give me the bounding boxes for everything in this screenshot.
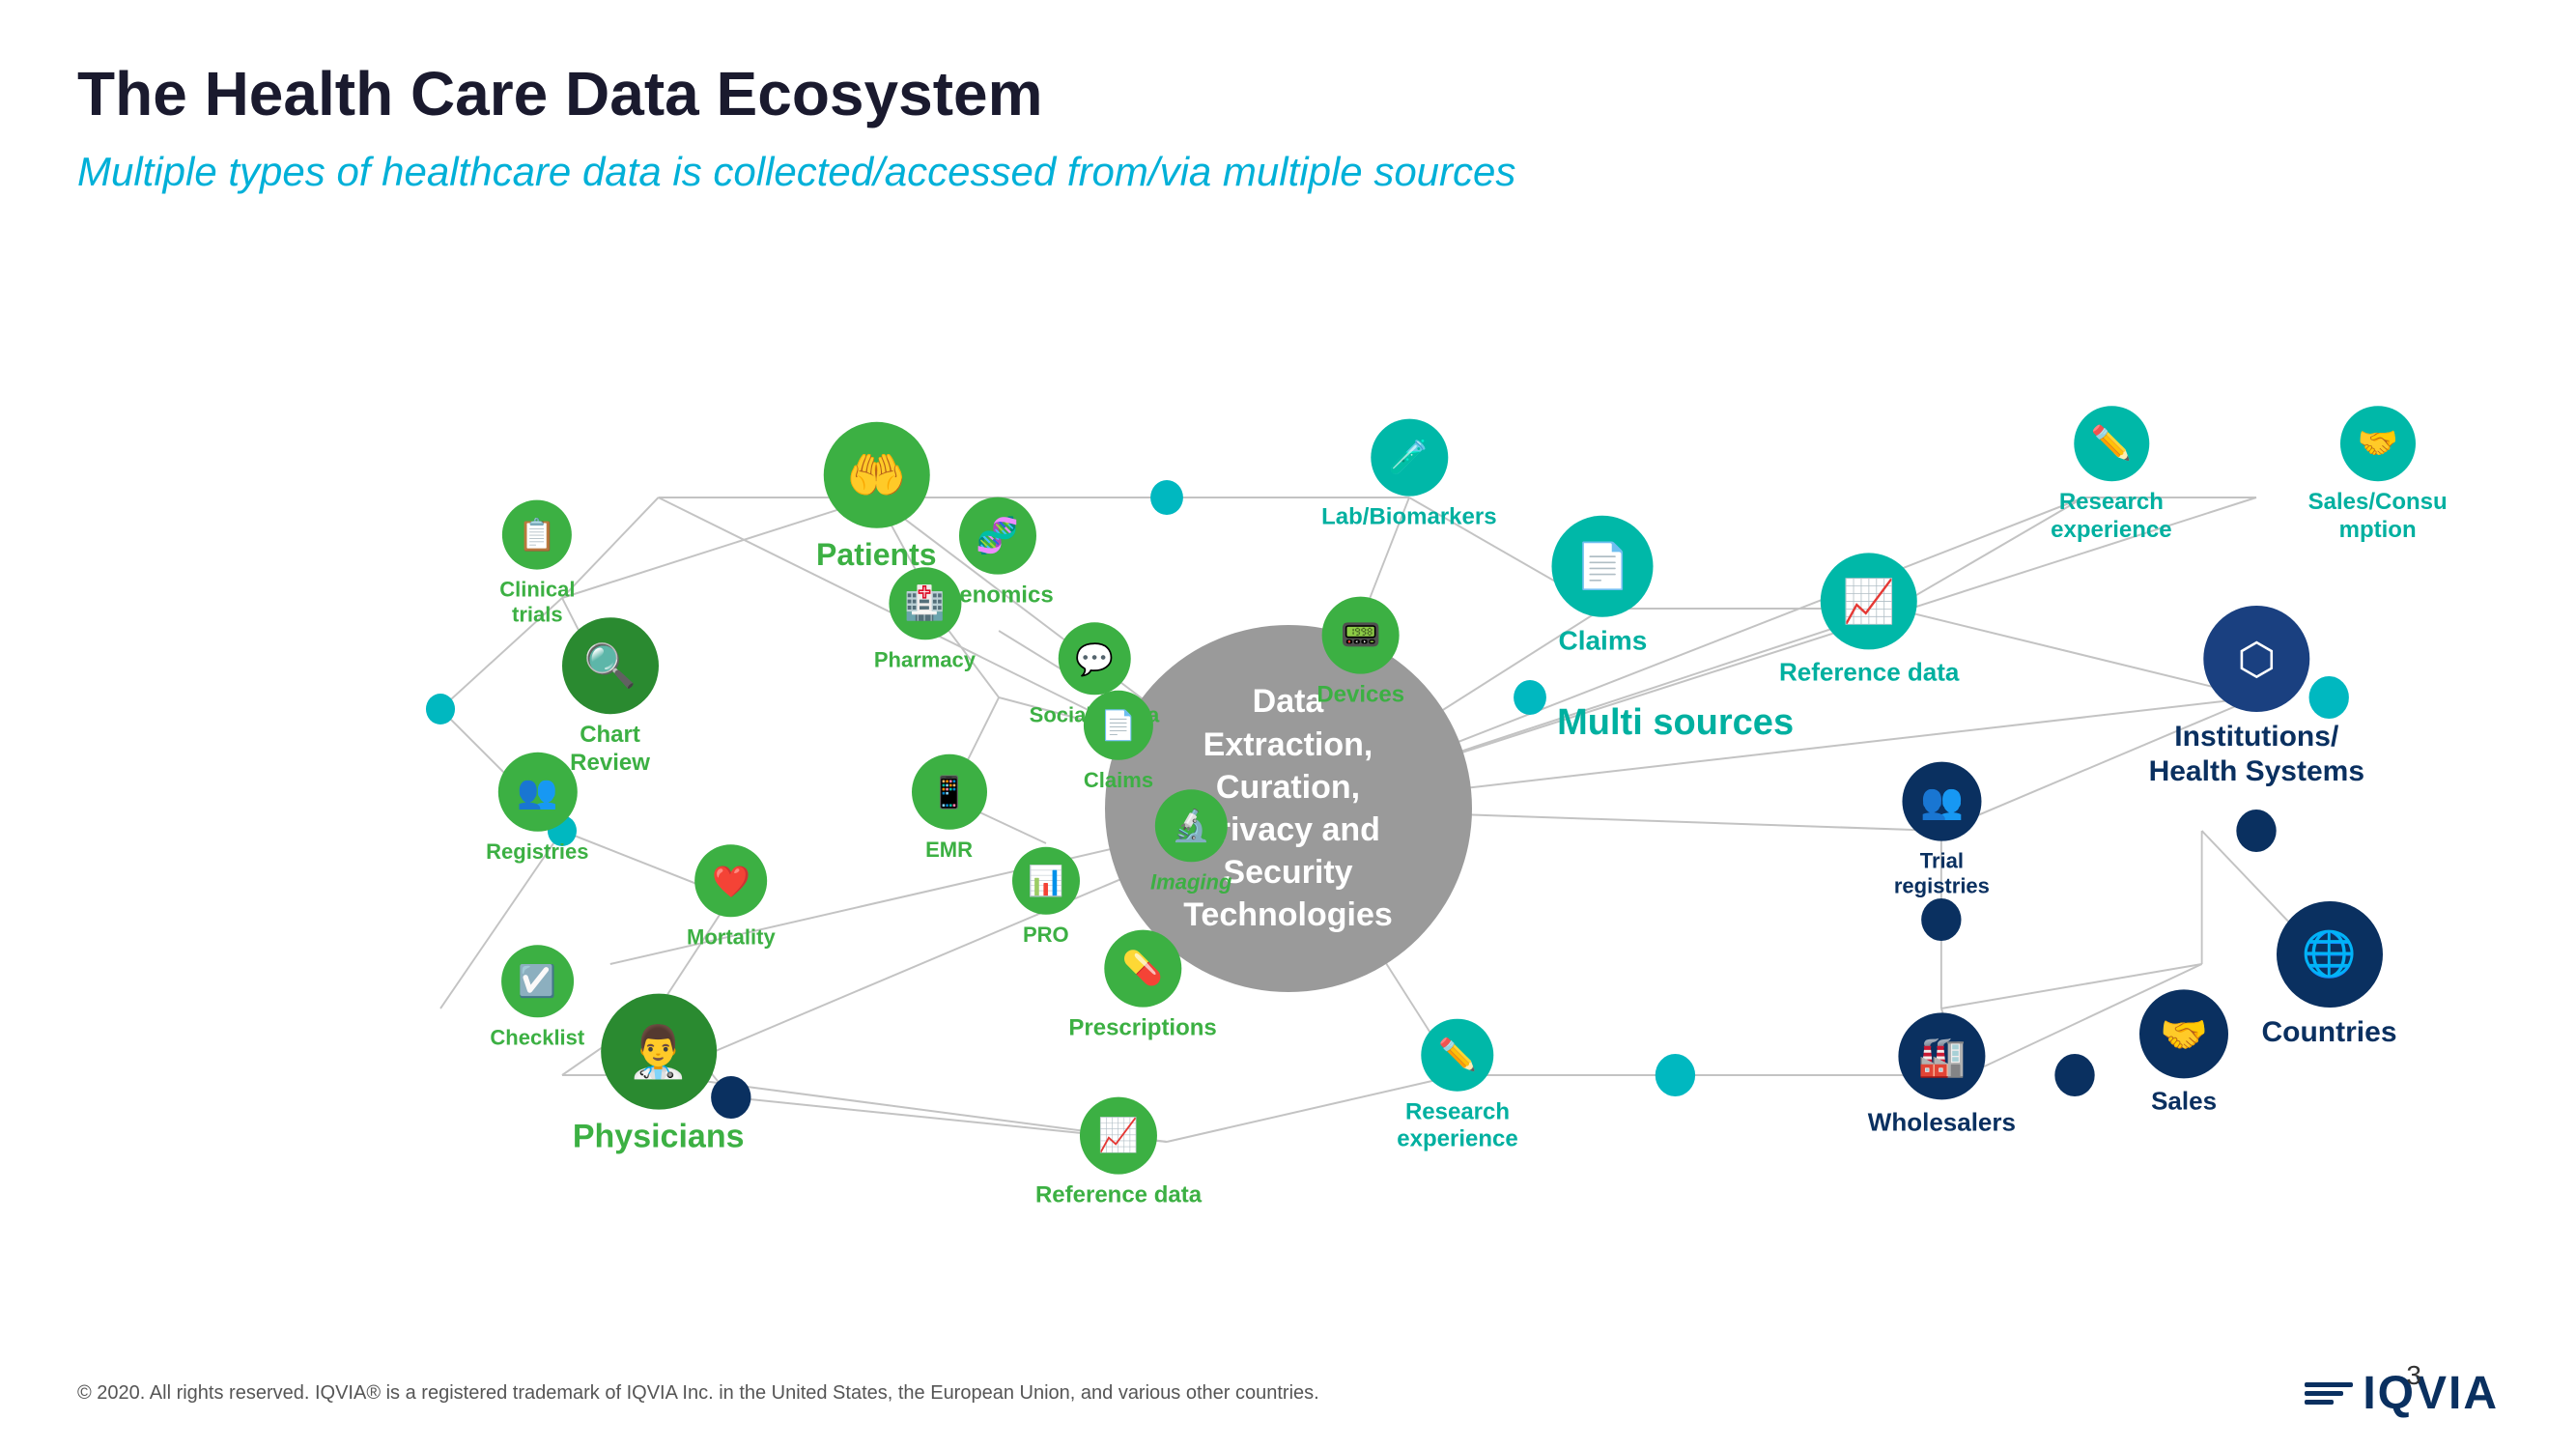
node-physicians: 👨‍⚕️ Physicians (573, 994, 745, 1157)
node-reference-data-bottom: 📈 Reference data (1035, 1096, 1202, 1209)
subtitle: Multiple types of healthcare data is col… (77, 149, 2499, 195)
node-claims-teal: 📄 Claims (1552, 516, 1654, 658)
node-mortality: ❤️ Mortality (687, 844, 776, 950)
node-research-exp-top: ✏️ Researchexperience (2051, 406, 2171, 545)
node-reference-data-top: 📈 Reference data (1779, 553, 1959, 687)
node-countries: 🌐 Countries (2261, 901, 2396, 1050)
node-institutions: ⬡ Institutions/Health Systems (2149, 606, 2364, 789)
iqvia-text: IQVIA (2363, 1367, 2499, 1420)
node-pharmacy: 🏥 Pharmacy (874, 567, 976, 672)
node-prescriptions: 💊 Prescriptions (1068, 930, 1216, 1043)
node-sales: 🤝 Sales (2139, 989, 2228, 1116)
node-sales-consumption: 🤝 Sales/Consumption (2308, 406, 2448, 545)
node-chart-review: 🔍 ChartReview (562, 617, 659, 778)
node-patients: 🤲 Patients (816, 422, 936, 573)
footer-copyright: © 2020. All rights reserved. IQVIA® is a… (77, 1382, 1319, 1405)
diagram-area: Data Extraction, Curation, Privacy and S… (77, 253, 2499, 1364)
node-devices: 📟 Devices (1316, 597, 1404, 710)
node-lab-biomarkers: 🧪 Lab/Biomarkers (1321, 419, 1496, 532)
node-research-exp-bottom: ✏️ Researchexperience (1397, 1018, 1517, 1154)
node-imaging: 🔬 Imaging (1150, 789, 1231, 895)
node-multi-sources: Multi sources (1557, 694, 1794, 746)
iqvia-logo: IQVIA (2305, 1367, 2499, 1420)
node-claims-green: 📄 Claims (1084, 691, 1153, 793)
main-title: The Health Care Data Ecosystem (77, 58, 2499, 129)
node-emr: 📱 EMR (912, 754, 987, 863)
page-number: 3 (2406, 1360, 2421, 1391)
node-trial-registries: 👥 Trialregistries (1894, 762, 1990, 900)
node-clinical-trials: 📋 Clinicaltrials (499, 500, 575, 629)
node-wholesalers: 🏭 Wholesalers (1868, 1012, 2016, 1137)
footer: © 2020. All rights reserved. IQVIA® is a… (77, 1367, 2499, 1420)
iqvia-lines-icon (2305, 1382, 2353, 1405)
page-container: The Health Care Data Ecosystem Multiple … (0, 0, 2576, 1449)
node-checklist: ☑️ Checklist (490, 945, 584, 1050)
